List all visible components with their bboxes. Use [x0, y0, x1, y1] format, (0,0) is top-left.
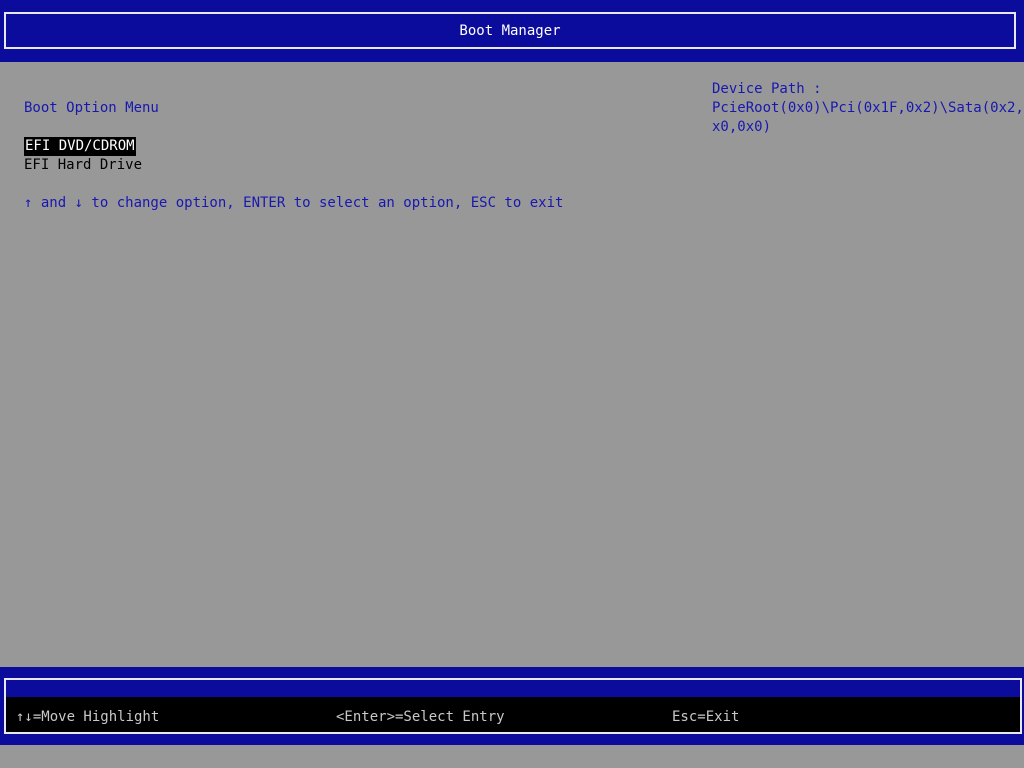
page-title: Boot Manager: [459, 23, 561, 39]
help-text: ↑ and ↓ to change option, ENTER to selec…: [24, 195, 564, 211]
device-path-panel: Device Path : PcieRoot(0x0)\Pci(0x1F,0x2…: [712, 80, 1024, 137]
bios-screen: Boot Manager Boot Option Menu EFI DVD/CD…: [0, 0, 1024, 768]
header-bar: Boot Manager: [0, 0, 1024, 62]
boot-option-dvd-cdrom[interactable]: EFI DVD/CDROM: [24, 137, 136, 156]
footer-frame: ↑↓=Move Highlight <Enter>=Select Entry E…: [4, 678, 1022, 734]
footer-bar: ↑↓=Move Highlight <Enter>=Select Entry E…: [0, 667, 1024, 745]
device-path-label: Device Path :: [712, 81, 822, 97]
exit-hint: Esc=Exit: [672, 709, 740, 725]
select-entry-hint: <Enter>=Select Entry: [336, 709, 505, 725]
menu-title: Boot Option Menu: [24, 100, 159, 116]
footer-divider: [6, 680, 1020, 697]
move-highlight-hint: ↑↓=Move Highlight: [16, 709, 160, 725]
device-path-value: PcieRoot(0x0)\Pci(0x1F,0x2)\Sata(0x2,0 x…: [712, 100, 1024, 135]
header-frame: Boot Manager: [4, 12, 1016, 49]
boot-option-hard-drive[interactable]: EFI Hard Drive: [24, 156, 142, 175]
